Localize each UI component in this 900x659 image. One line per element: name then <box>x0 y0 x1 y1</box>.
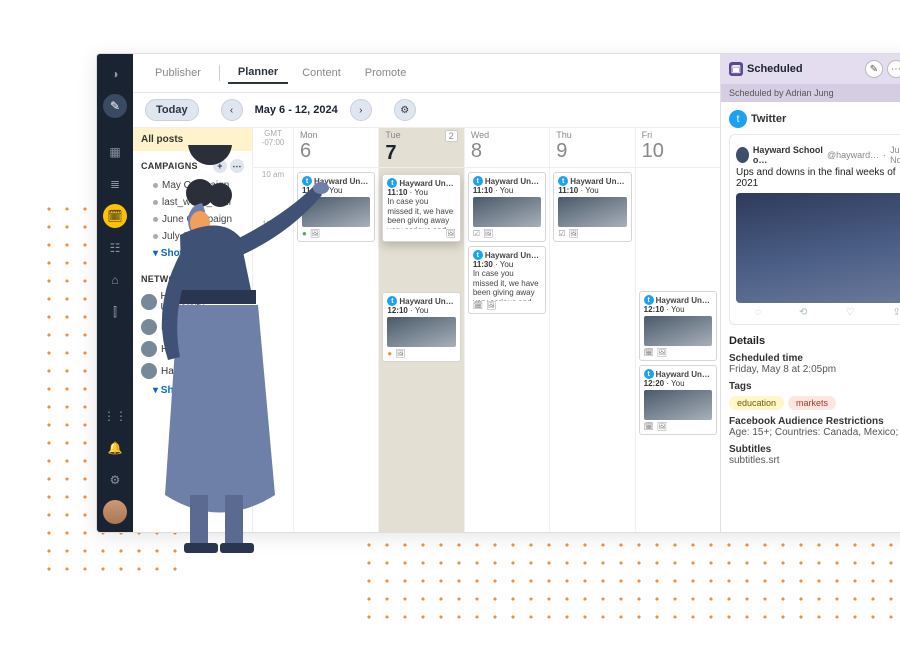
far-label: Facebook Audience Restrictions <box>729 416 900 427</box>
far-value: Age: 15+; Countries: Canada, Mexico; <box>729 427 900 438</box>
twitter-icon: t <box>387 178 397 188</box>
sched-time-label: Scheduled time <box>729 353 900 364</box>
post-text: Ups and downs in the final weeks of 2021 <box>736 167 900 189</box>
account-handle: @hayward… <box>827 150 879 160</box>
day-thu[interactable]: Thu9 <box>549 128 634 167</box>
calendar-icon: 🗓 <box>729 62 743 76</box>
rail-nav-planner[interactable]: 🗓 <box>103 204 127 228</box>
account-avatar <box>736 147 749 163</box>
more-button[interactable]: ⋯ <box>887 60 900 78</box>
post-thumb <box>473 197 541 227</box>
rail-nav-4[interactable]: ☷ <box>103 236 127 260</box>
like-icon[interactable]: ♡ <box>846 307 855 318</box>
nav-rail: ◑ ✎ ▦ ≣ 🗓 ☷ ⌂ ⫿ ⋮⋮ 🔔 ⚙ <box>97 54 133 532</box>
post-thumb <box>558 197 626 227</box>
prev-button[interactable]: ‹ <box>221 99 243 121</box>
day-tue[interactable]: Tue27 <box>378 128 463 167</box>
day-wed[interactable]: Wed8 <box>464 128 549 167</box>
post-excerpt: In case you missed it, we have been givi… <box>387 197 455 229</box>
next-button[interactable]: › <box>350 99 372 121</box>
tag-education[interactable]: education <box>729 396 784 410</box>
post-thumb <box>644 316 712 346</box>
post-image <box>736 193 900 303</box>
col-tue[interactable]: tHayward Un… 11:10 · You In case you mis… <box>378 168 463 532</box>
tab-content[interactable]: Content <box>292 63 351 83</box>
twitter-icon: t <box>473 176 483 186</box>
post-thumb <box>644 390 712 420</box>
rail-nav-5[interactable]: ⌂ <box>103 268 127 292</box>
subtitles-label: Subtitles <box>729 444 900 455</box>
tweet-preview: Hayward School o… @hayward… · Just Now U… <box>729 134 900 325</box>
tags-label: Tags <box>729 381 900 392</box>
sched-time-value: Friday, May 8 at 2:05pm <box>729 364 900 375</box>
tab-planner[interactable]: Planner <box>228 62 288 84</box>
rail-logo[interactable]: ◑ <box>103 62 127 86</box>
retweet-icon[interactable]: ⟲ <box>799 307 807 318</box>
post-card[interactable]: tHayward Un… 11:10 · You ☑🖼 <box>468 172 546 242</box>
share-icon[interactable]: ⇪ <box>893 307 900 318</box>
rail-notify[interactable]: 🔔 <box>103 436 127 460</box>
twitter-icon: t <box>644 369 654 379</box>
today-button[interactable]: Today <box>145 99 199 121</box>
reply-icon[interactable]: ◌ <box>755 307 761 318</box>
edit-button[interactable]: ✎ <box>865 60 883 78</box>
scheduled-by: Scheduled by Adrian Jung <box>721 84 900 102</box>
rail-nav-6[interactable]: ⫿ <box>103 300 127 324</box>
twitter-icon: t <box>473 250 483 260</box>
date-range[interactable]: May 6 - 12, 2024 <box>249 104 344 116</box>
rail-nav-1[interactable]: ▦ <box>103 140 127 164</box>
post-card[interactable]: tHayward Un… 12:10 · You 🗓🖼 <box>639 291 717 361</box>
rail-avatar[interactable] <box>103 500 127 524</box>
module-tabs: Publisher Planner Content Promote <box>133 54 720 93</box>
rail-settings[interactable]: ⚙ <box>103 468 127 492</box>
twitter-icon: t <box>644 295 654 305</box>
post-card-dragging[interactable]: tHayward Un… 11:10 · You In case you mis… <box>382 174 460 242</box>
post-thumb <box>387 317 455 347</box>
twitter-icon: t <box>387 296 397 306</box>
tab-promote[interactable]: Promote <box>355 63 417 83</box>
col-thu[interactable]: tHayward Un… 11:10 · You ☑🖼 <box>549 168 634 532</box>
rail-nav-2[interactable]: ≣ <box>103 172 127 196</box>
detail-panel: 🗓 Scheduled ✎ ⋯ ✕ Scheduled by Adrian Ju… <box>720 54 900 532</box>
settings-button[interactable]: ⚙ <box>394 99 416 121</box>
day-fri[interactable]: Fri10 <box>635 128 720 167</box>
twitter-icon: t <box>558 176 568 186</box>
rail-compose[interactable]: ✎ <box>103 94 127 118</box>
post-card[interactable]: tHayward Un… 12:10 · You ●🖼 <box>382 292 460 362</box>
details-heading: Details <box>729 335 900 347</box>
post-card[interactable]: tHayward Un… 11:30 · You In case you mis… <box>468 246 546 314</box>
post-when: Just Now <box>890 145 900 165</box>
panel-header: 🗓 Scheduled ✎ ⋯ ✕ <box>721 54 900 84</box>
subtitles-value: subtitles.srt <box>729 455 900 466</box>
calendar-toolbar: Today ‹ May 6 - 12, 2024 › ⚙ <box>133 93 720 128</box>
tab-publisher[interactable]: Publisher <box>145 63 211 83</box>
col-wed[interactable]: tHayward Un… 11:10 · You ☑🖼 tHayward Un…… <box>464 168 549 532</box>
tag-markets[interactable]: markets <box>788 396 836 410</box>
col-fri[interactable]: tHayward Un… 12:10 · You 🗓🖼 tHayward Un…… <box>635 168 720 532</box>
twitter-logo-icon: t <box>729 110 747 128</box>
person-illustration <box>130 145 330 575</box>
post-card[interactable]: tHayward Un… 11:10 · You ☑🖼 <box>553 172 631 242</box>
panel-title: Scheduled <box>747 63 803 75</box>
rail-apps[interactable]: ⋮⋮ <box>103 404 127 428</box>
post-card[interactable]: tHayward Un… 12:20 · You 🗓🖼 <box>639 365 717 435</box>
account-name: Hayward School o… <box>753 145 823 165</box>
network-name: Twitter <box>751 113 786 125</box>
